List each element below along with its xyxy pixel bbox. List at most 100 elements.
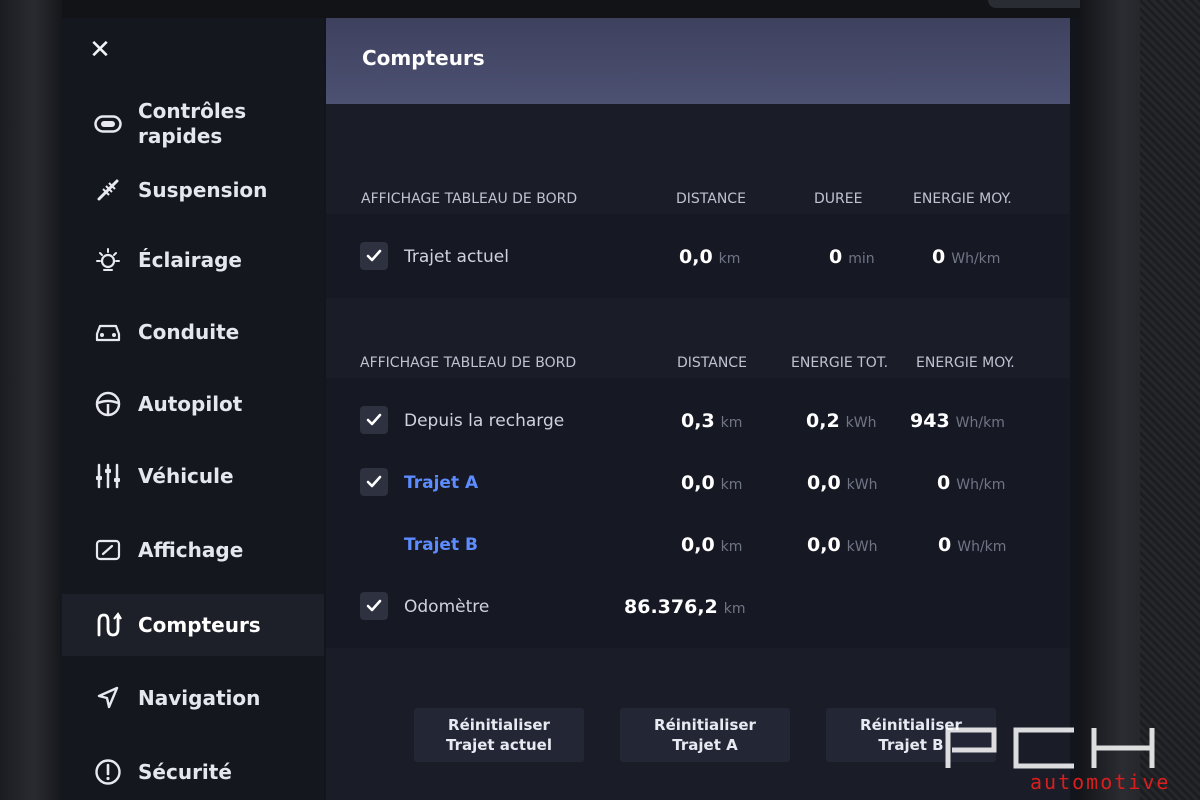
unit: kWh [845, 415, 877, 431]
steering-wheel-icon [90, 389, 126, 419]
column-header: ENERGIE MOY. [913, 191, 1012, 207]
settings-sidebar: ✕ Contrôles rapides Suspension Éclairage … [62, 18, 324, 800]
checkbox-checked[interactable] [360, 242, 388, 270]
sliders-icon [90, 461, 126, 491]
sidebar-item-label: Autopilot [138, 391, 243, 416]
touchscreen: ✕ Contrôles rapides Suspension Éclairage … [62, 18, 1080, 800]
device-bezel-left [0, 0, 62, 800]
row-label: Trajet actuel [404, 247, 509, 267]
sidebar-item-label: Compteurs [138, 612, 261, 637]
button-line-2: Trajet A [672, 736, 738, 754]
column-header: ENERGIE MOY. [916, 355, 1015, 371]
table-row: Odomètre 86.376,2 km [326, 582, 1070, 632]
sidebar-item-label: Contrôles rapides [138, 99, 246, 149]
sidebar-item-autopilot[interactable]: Autopilot [62, 386, 324, 422]
column-header: DISTANCE [677, 355, 747, 371]
button-line-2: Trajet actuel [446, 736, 552, 754]
dealer-watermark: automotive [944, 726, 1190, 796]
button-line-1: Réinitialiser [448, 716, 550, 734]
row-label-link[interactable]: Trajet A [404, 458, 478, 508]
checkbox-checked[interactable] [360, 406, 388, 434]
suspension-icon [90, 175, 126, 205]
sidebar-item-conduite[interactable]: Conduite [62, 314, 324, 350]
number: 0 [932, 246, 946, 268]
column-header: ENERGIE TOT. [791, 355, 889, 371]
unit: kWh [846, 539, 878, 555]
button-line-2: Trajet B [878, 736, 944, 754]
car-icon [90, 317, 126, 347]
sidebar-item-label: Suspension [138, 177, 268, 202]
section1-header: AFFICHAGE TABLEAU DE BORD DISTANCE DUREE… [326, 182, 1070, 216]
column-header: DUREE [814, 191, 863, 207]
column-header: AFFICHAGE TABLEAU DE BORD [361, 191, 578, 207]
number: 0,0 [807, 534, 841, 556]
sidebar-item-navigation[interactable]: Navigation [62, 680, 324, 716]
number: 0 [829, 246, 843, 268]
checkbox-checked[interactable] [360, 468, 388, 496]
distance-value: 0,3 km [681, 396, 742, 448]
unit: km [720, 415, 743, 431]
energy-tot-value: 0,0 kWh [807, 520, 878, 572]
unit: kWh [846, 477, 878, 493]
row-label-link[interactable]: Trajet B [404, 520, 478, 570]
odometer-value: 86.376,2 km [624, 582, 746, 634]
display-icon [90, 535, 126, 565]
sidebar-item-eclairage[interactable]: Éclairage [62, 242, 324, 278]
number: 0 [937, 472, 951, 494]
number: 0,2 [806, 410, 840, 432]
distance-value: 0,0 km [679, 232, 740, 284]
checkbox-checked[interactable] [360, 592, 388, 620]
distance-value: 0,0 km [681, 520, 742, 572]
sidebar-item-label: Éclairage [138, 247, 242, 272]
section2-header: AFFICHAGE TABLEAU DE BORD DISTANCE ENERG… [326, 346, 1070, 380]
sidebar-item-affichage[interactable]: Affichage [62, 532, 324, 568]
column-header: DISTANCE [676, 191, 746, 207]
sidebar-item-suspension[interactable]: Suspension [62, 172, 324, 208]
reset-trajet-a-button[interactable]: Réinitialiser Trajet A [620, 708, 790, 762]
energy-tot-value: 0,2 kWh [806, 396, 877, 448]
energy-avg-value: 0 Wh/km [937, 458, 1005, 510]
unit: Wh/km [951, 251, 1001, 267]
sidebar-item-label: Navigation [138, 685, 261, 710]
pch-logo [945, 727, 1155, 769]
reset-trajet-actuel-button[interactable]: Réinitialiser Trajet actuel [414, 708, 584, 762]
number: 0,3 [681, 410, 715, 432]
unit: km [718, 251, 741, 267]
energy-avg-value: 0 Wh/km [938, 520, 1006, 572]
table-row: Trajet actuel 0,0 km 0 min 0 Wh/km [326, 232, 1070, 282]
unit: Wh/km [956, 477, 1006, 493]
carbon-trim [1140, 0, 1200, 800]
watermark-text: automotive [1030, 770, 1171, 794]
sidebar-item-securite[interactable]: Sécurité [62, 754, 324, 790]
compteurs-panel: Compteurs AFFICHAGE TABLEAU DE BORD DIST… [326, 18, 1070, 800]
sidebar-item-vehicule[interactable]: Véhicule [62, 458, 324, 494]
number: 0,0 [679, 246, 713, 268]
number: 86.376,2 [624, 596, 718, 618]
button-line-1: Réinitialiser [654, 716, 756, 734]
sidebar-item-compteurs[interactable]: Compteurs [62, 594, 324, 656]
unit: min [848, 251, 875, 267]
energy-avg-value: 943 Wh/km [910, 396, 1005, 448]
label-line-2: rapides [138, 124, 223, 148]
navigation-arrow-icon [90, 683, 126, 713]
table-row: Trajet B 0,0 km 0,0 kWh 0 Wh/km [326, 520, 1070, 570]
sidebar-item-label: Sécurité [138, 759, 232, 784]
table-row: Depuis la recharge 0,3 km 0,2 kWh 943 Wh/km [326, 396, 1070, 446]
table-row: Trajet A 0,0 km 0,0 kWh 0 Wh/km [326, 458, 1070, 508]
sidebar-item-label: Affichage [138, 537, 244, 562]
unit: km [720, 477, 743, 493]
duration-value: 0 min [829, 232, 875, 284]
number: 0 [938, 534, 952, 556]
number: 0,0 [681, 472, 715, 494]
unit: km [720, 539, 743, 555]
light-icon [90, 245, 126, 275]
number: 0,0 [807, 472, 841, 494]
sidebar-item-label: Conduite [138, 319, 240, 344]
sidebar-item-controles-rapides[interactable]: Contrôles rapides [62, 96, 324, 152]
unit: km [723, 601, 746, 617]
close-icon[interactable]: ✕ [88, 37, 112, 63]
alert-circle-icon [90, 757, 126, 787]
column-header: AFFICHAGE TABLEAU DE BORD [360, 355, 577, 371]
unit: Wh/km [955, 415, 1005, 431]
trip-icon [90, 610, 126, 640]
